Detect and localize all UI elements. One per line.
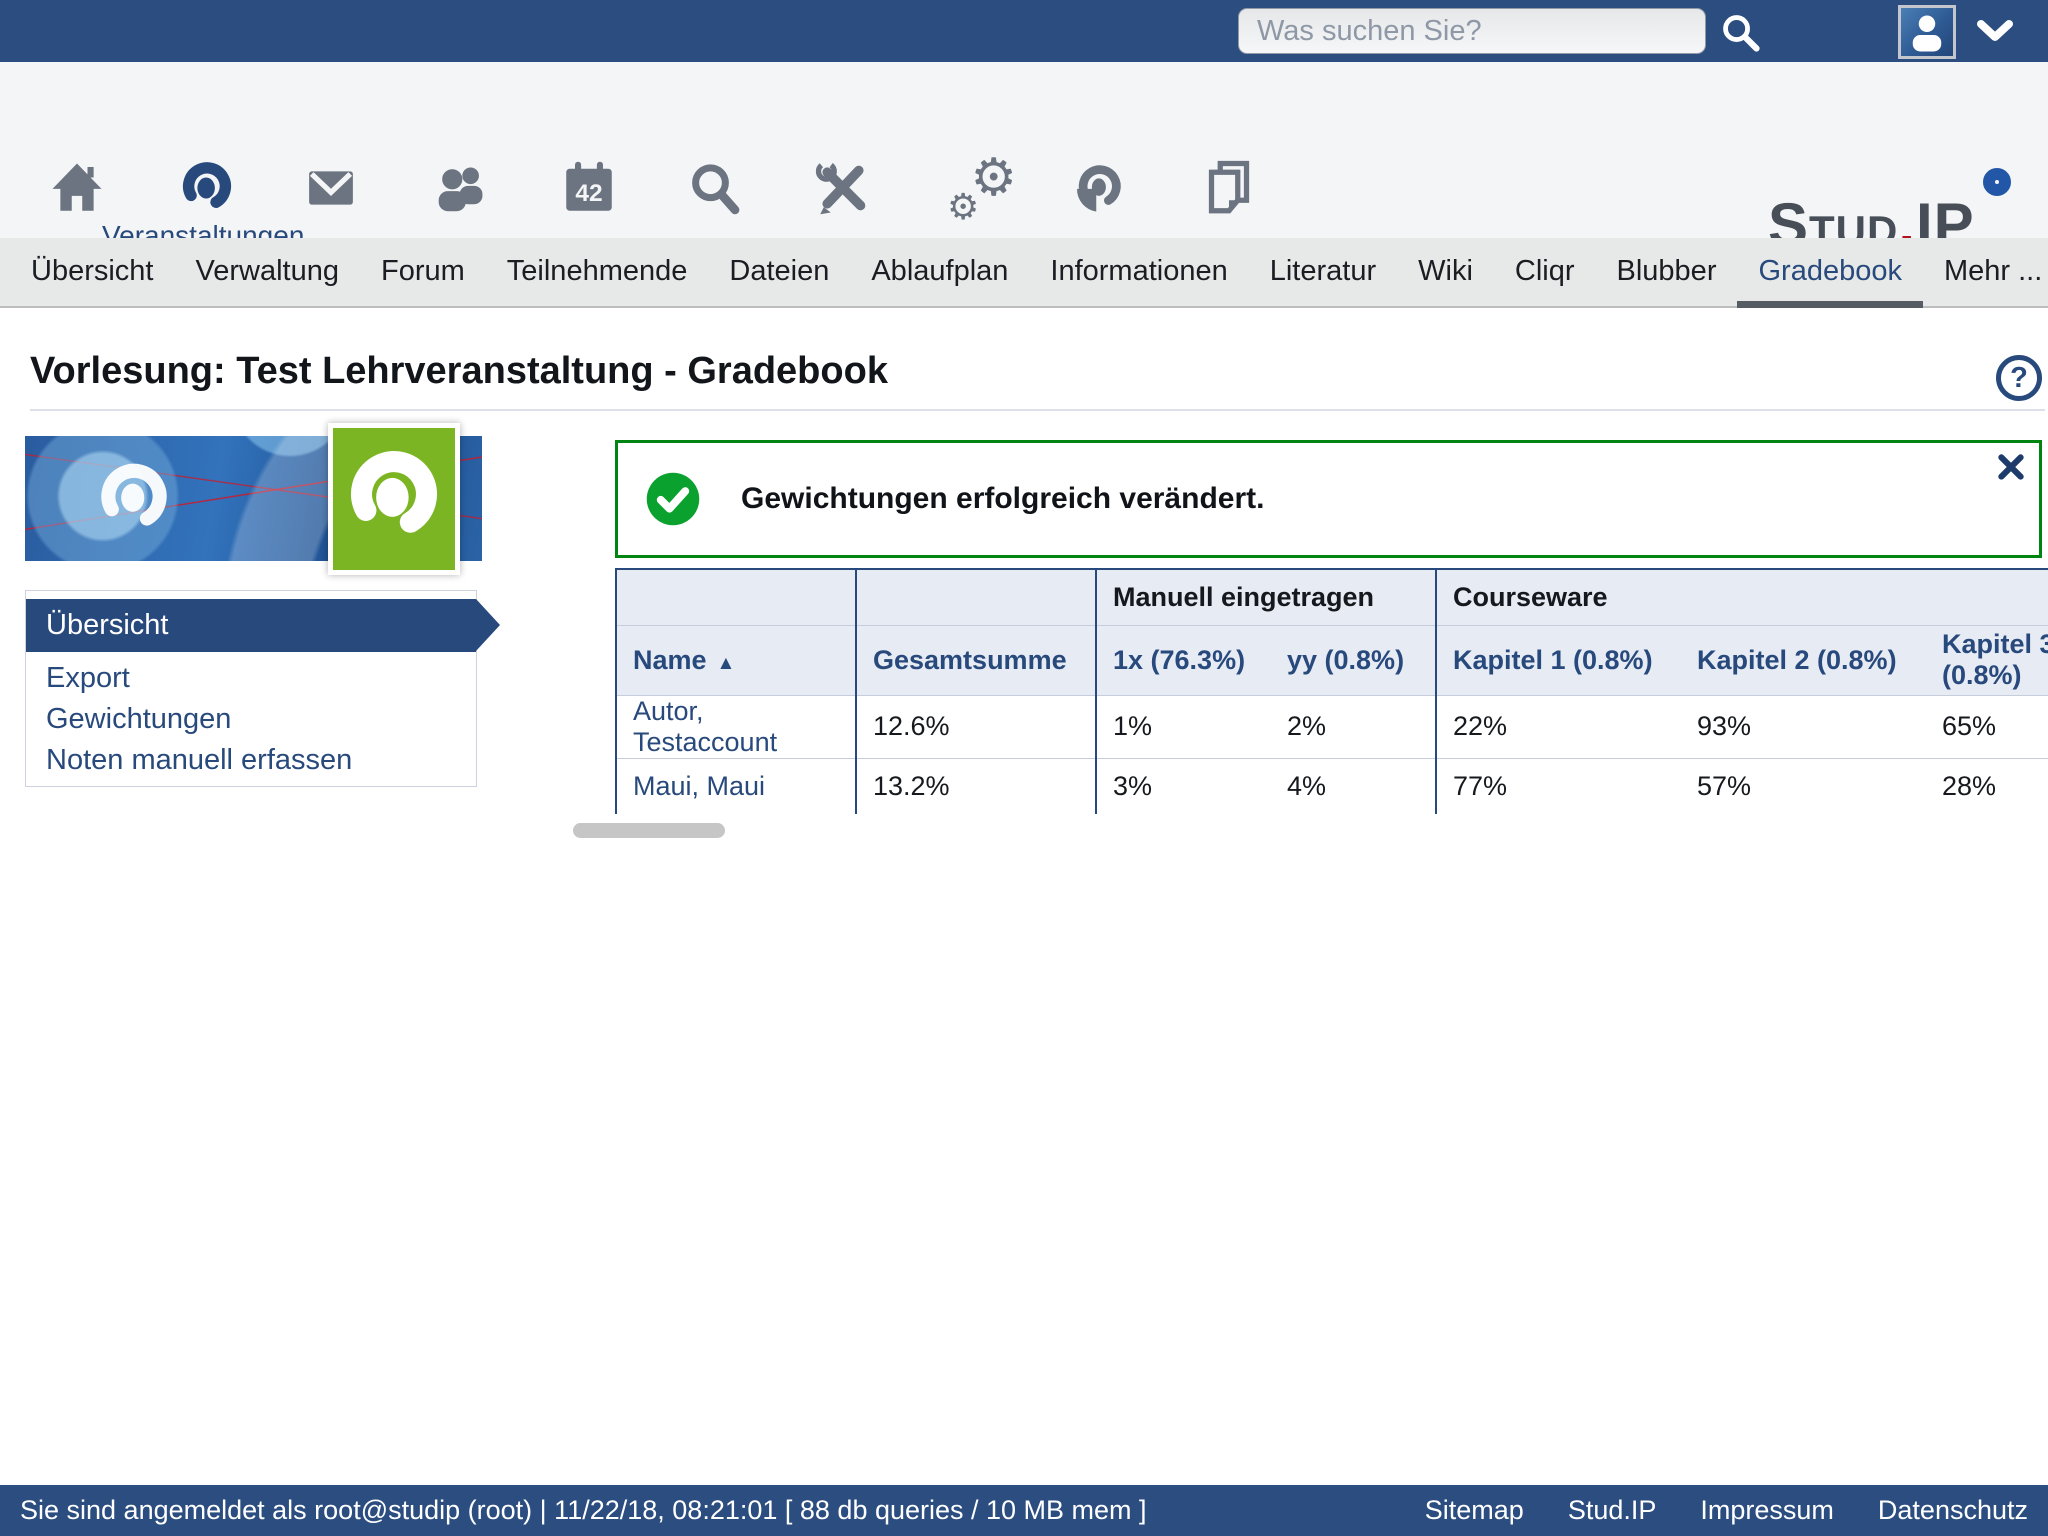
column-header-kapitel1: Kapitel 1 (0.8%) xyxy=(1436,625,1681,695)
sort-asc-icon: ▲ xyxy=(717,653,736,674)
tab-cliqr[interactable]: Cliqr xyxy=(1494,238,1596,306)
mail-icon[interactable] xyxy=(303,158,359,218)
chevron-down-icon[interactable] xyxy=(1976,20,2014,44)
course-tab-nav: Übersicht Verwaltung Forum Teilnehmende … xyxy=(0,238,2048,308)
cell-1x: 1% xyxy=(1096,695,1271,758)
cell-kapitel2: 93% xyxy=(1681,695,1926,758)
group-header-empty xyxy=(616,569,856,625)
search-icon[interactable] xyxy=(1718,10,1762,54)
cell-kapitel3: 65% xyxy=(1926,695,2048,758)
tab-literatur[interactable]: Literatur xyxy=(1249,238,1397,306)
main-toolbar: 42 ⚙⚙ Veranstaltungen Stud.IP xyxy=(0,62,2048,238)
footer-link-impressum[interactable]: Impressum xyxy=(1700,1495,1834,1526)
cell-1x: 3% xyxy=(1096,758,1271,814)
calendar-icon[interactable]: 42 xyxy=(561,158,617,218)
column-header-kapitel2: Kapitel 2 (0.8%) xyxy=(1681,625,1926,695)
avatar[interactable] xyxy=(1898,5,1956,59)
tab-wiki[interactable]: Wiki xyxy=(1397,238,1494,306)
footer-bar: Sie sind angemeldet als root@studip (roo… xyxy=(0,1485,2048,1536)
column-header-1x: 1x (76.3%) xyxy=(1096,625,1271,695)
check-circle-icon xyxy=(645,471,701,527)
tab-dateien[interactable]: Dateien xyxy=(708,238,850,306)
footer-links: Sitemap Stud.IP Impressum Datenschutz xyxy=(1425,1485,2028,1536)
gradebook-table-container: Manuell eingetragen Courseware Name▲ Ges… xyxy=(615,568,2048,814)
resources-icon[interactable] xyxy=(1070,158,1126,218)
calendar-number: 42 xyxy=(575,180,602,207)
studip-mark-icon xyxy=(93,458,175,540)
cell-kapitel1: 77% xyxy=(1436,758,1681,814)
sidebar-item-noten-manuell-erfassen[interactable]: Noten manuell erfassen xyxy=(26,740,476,781)
login-status-text: Sie sind angemeldet als root@studip (roo… xyxy=(20,1485,1147,1536)
cell-kapitel1: 22% xyxy=(1436,695,1681,758)
cell-yy: 4% xyxy=(1271,758,1436,814)
cell-yy: 2% xyxy=(1271,695,1436,758)
logo-ring-icon xyxy=(1983,168,2011,196)
tab-mehr[interactable]: Mehr ... xyxy=(1923,238,2048,306)
horizontal-scrollbar-thumb[interactable] xyxy=(573,823,725,838)
student-name-link[interactable]: Maui, Maui xyxy=(616,758,856,814)
tab-gradebook[interactable]: Gradebook xyxy=(1737,238,1923,306)
community-icon[interactable] xyxy=(433,158,489,218)
tab-teilnehmende[interactable]: Teilnehmende xyxy=(486,238,709,306)
table-row: Maui, Maui 13.2% 3% 4% 77% 57% 28% xyxy=(616,758,2048,814)
close-icon[interactable] xyxy=(1997,453,2025,481)
sidebar-item-export[interactable]: Export xyxy=(26,658,476,699)
sidebar-item-gewichtungen[interactable]: Gewichtungen xyxy=(26,699,476,740)
sidebar-item-uebersicht[interactable]: Übersicht xyxy=(26,599,476,652)
column-header-yy: yy (0.8%) xyxy=(1271,625,1436,695)
group-header-manuell: Manuell eingetragen xyxy=(1096,569,1436,625)
search-toolbar-icon[interactable] xyxy=(686,158,742,218)
group-header-courseware: Courseware xyxy=(1436,569,2048,625)
courses-icon[interactable] xyxy=(179,158,235,218)
column-header-kapitel3: Kapitel 3 (0.8%) xyxy=(1926,625,2048,695)
tab-blubber[interactable]: Blubber xyxy=(1596,238,1738,306)
top-bar xyxy=(0,0,2048,62)
help-icon[interactable]: ? xyxy=(1996,355,2042,401)
tools-icon[interactable] xyxy=(815,158,871,218)
cell-kapitel2: 57% xyxy=(1681,758,1926,814)
admin-gears-icon[interactable]: ⚙⚙ xyxy=(947,154,1017,220)
alert-message: Gewichtungen erfolgreich verändert. xyxy=(741,482,1264,516)
page-title: Vorlesung: Test Lehrveranstaltung - Grad… xyxy=(30,350,888,393)
footer-link-sitemap[interactable]: Sitemap xyxy=(1425,1495,1524,1526)
success-alert: Gewichtungen erfolgreich verändert. xyxy=(615,440,2042,558)
gradebook-table: Manuell eingetragen Courseware Name▲ Ges… xyxy=(615,568,2048,814)
tab-verwaltung[interactable]: Verwaltung xyxy=(175,238,361,306)
column-header-gesamtsumme: Gesamtsumme xyxy=(856,625,1096,695)
cell-gesamtsumme: 13.2% xyxy=(856,758,1096,814)
footer-link-studip[interactable]: Stud.IP xyxy=(1568,1495,1657,1526)
tab-forum[interactable]: Forum xyxy=(360,238,486,306)
table-row: Autor, Testaccount 12.6% 1% 2% 22% 93% 6… xyxy=(616,695,2048,758)
pages-icon[interactable] xyxy=(1201,158,1257,218)
title-divider xyxy=(30,409,2045,411)
group-header-empty xyxy=(856,569,1096,625)
cell-kapitel3: 28% xyxy=(1926,758,2048,814)
tab-ablaufplan[interactable]: Ablaufplan xyxy=(850,238,1029,306)
tab-informationen[interactable]: Informationen xyxy=(1029,238,1248,306)
column-header-name[interactable]: Name▲ xyxy=(616,625,856,695)
cell-gesamtsumme: 12.6% xyxy=(856,695,1096,758)
search-input[interactable] xyxy=(1238,8,1706,54)
course-avatar-mark-icon xyxy=(342,440,446,558)
student-name-link[interactable]: Autor, Testaccount xyxy=(616,695,856,758)
sidebar-navigation: Übersicht Export Gewichtungen Noten manu… xyxy=(25,590,477,787)
footer-link-datenschutz[interactable]: Datenschutz xyxy=(1878,1495,2028,1526)
home-icon[interactable] xyxy=(49,158,105,218)
course-avatar xyxy=(328,423,460,575)
tab-uebersicht[interactable]: Übersicht xyxy=(10,238,175,306)
